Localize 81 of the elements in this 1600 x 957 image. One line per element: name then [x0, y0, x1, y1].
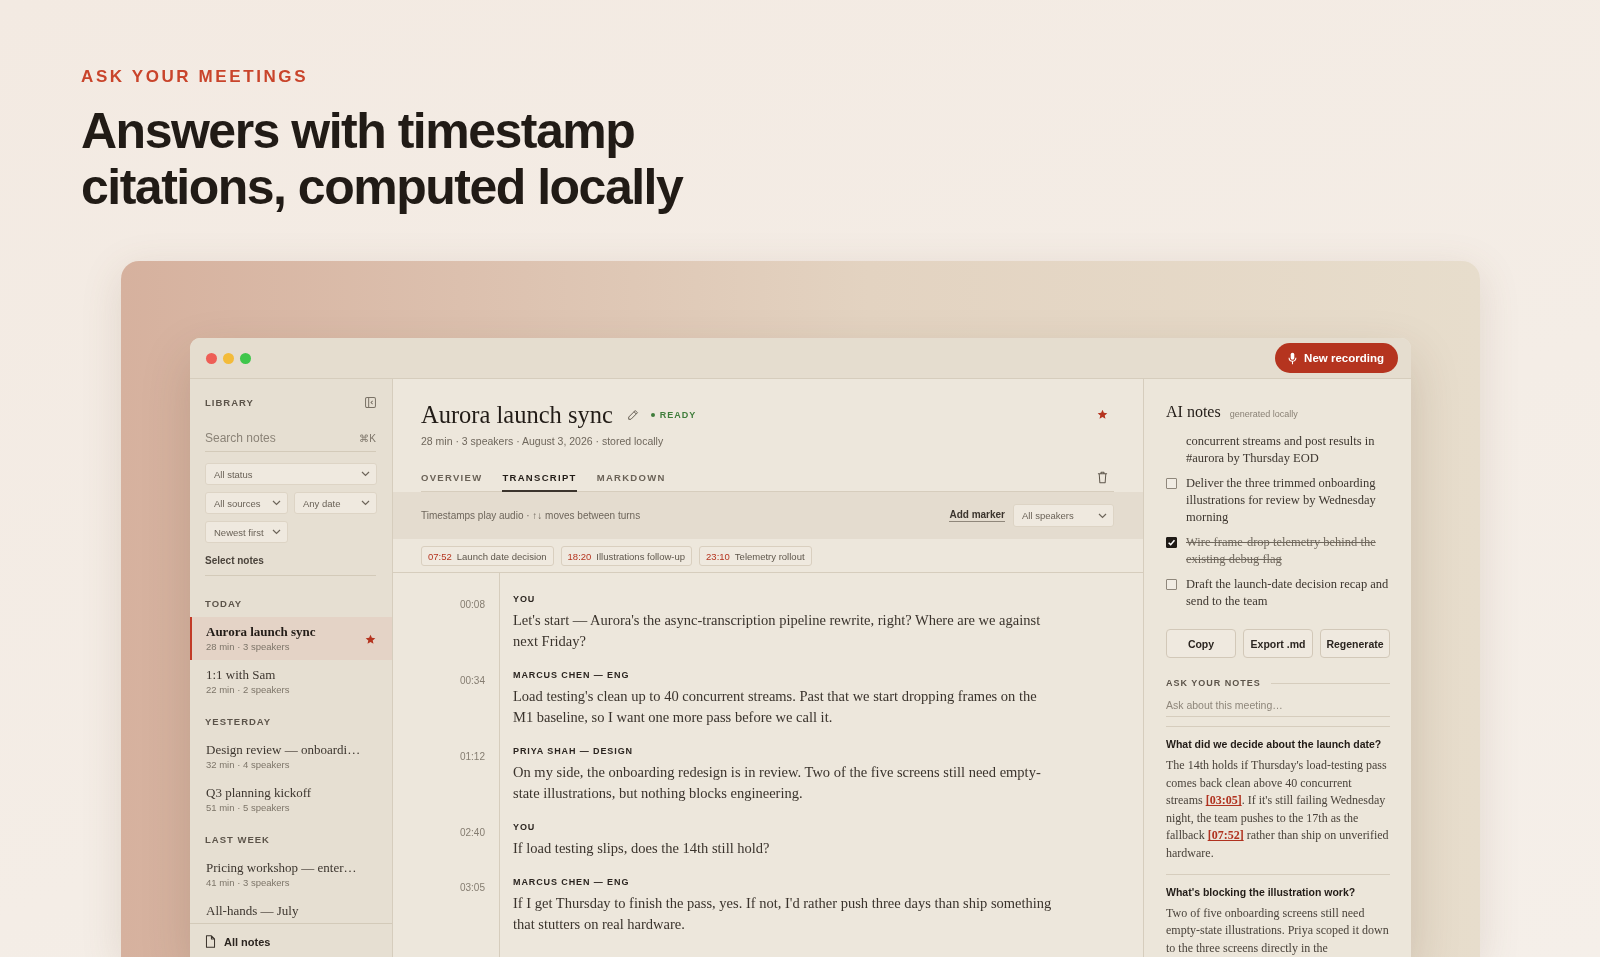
notes-action-button[interactable]: Copy [1166, 629, 1236, 658]
speaker-label: MARCUS CHEN — ENG [513, 876, 630, 889]
group-label: YESTERDAY [205, 716, 272, 728]
group-label: LAST WEEK [205, 834, 270, 846]
speaker-label: PRIYA SHAH — DESIGN [513, 745, 633, 758]
note-meta: 28 min · 3 speakers · August 3, 2026 · stored locally [421, 434, 664, 448]
action-item-text: Wire frame-drop telemetry behind the existing debug flag [1186, 534, 1377, 568]
note-title: Aurora launch sync [421, 400, 613, 429]
action-item-text: Draft the launch-date decision recap and send to the team [1186, 576, 1390, 610]
marker-chip[interactable]: 18:20 Illustrations follow-up [560, 546, 693, 566]
checkbox[interactable] [1166, 478, 1177, 489]
note-list-item[interactable]: Q3 planning kickoff 51 min · 5 speakers [190, 778, 392, 821]
add-marker-button[interactable]: Add marker [949, 509, 1005, 522]
citation-link[interactable]: [03:05] [1205, 793, 1242, 808]
sidebar-toggle-icon[interactable] [365, 396, 376, 408]
timestamp-link[interactable]: 02:40 [459, 827, 485, 838]
headline: Answers with timestamp citations, computed locally [81, 103, 685, 215]
filter-dropdown[interactable]: Newest first [205, 521, 288, 543]
utterance-text: If load testing slips, does the 14th still hold? [513, 839, 771, 858]
microphone-icon [1288, 351, 1298, 365]
search-field[interactable]: Search notes [205, 428, 354, 448]
chevron-down-icon [361, 471, 370, 477]
chevron-down-icon [272, 500, 281, 506]
speaker-label: YOU [513, 821, 536, 834]
checkbox[interactable] [1166, 579, 1177, 590]
group-label: TODAY [205, 598, 243, 610]
action-item-text: Deliver the three trimmed onboarding illustrations for review by Wednesday morning [1186, 475, 1377, 526]
eyebrow-text: ASK YOUR MEETINGS [81, 67, 309, 87]
chevron-down-icon [361, 500, 370, 506]
tab[interactable]: OVERVIEW [421, 464, 483, 492]
tab[interactable]: MARKDOWN [596, 464, 666, 492]
hint-text: Timestamps play audio · ↑↓ moves between turns [421, 510, 641, 521]
question-text: What did we decide about the launch date? [1166, 737, 1382, 751]
note-list-item[interactable]: Design review — onboardi… 32 min · 4 speakers [190, 735, 392, 778]
filter-dropdown[interactable]: All sources [205, 492, 288, 514]
checkbox[interactable] [1166, 537, 1177, 548]
record-button[interactable]: New recording [1275, 343, 1398, 373]
speaker-dropdown[interactable]: All speakers [1013, 504, 1114, 527]
notes-action-button[interactable]: Export .md [1243, 629, 1313, 658]
speaker-label: YOU [513, 593, 536, 606]
star-icon[interactable] [1097, 409, 1108, 420]
timestamp-link[interactable]: 00:34 [459, 675, 485, 686]
chevron-down-icon [272, 529, 281, 535]
ask-field[interactable]: Ask about this meeting… [1166, 694, 1390, 717]
utterance-text: If I get Thursday to finish the pass, yes. If not, I'd rather push three days than ship something that stutters on real hardware. [513, 894, 1053, 934]
action-item-text: concurrent streams and post results in #aurora by Thursday EOD [1186, 433, 1376, 467]
trash-icon[interactable] [1097, 471, 1108, 484]
pencil-icon[interactable] [626, 408, 639, 421]
sidebar-title: LIBRARY [205, 396, 254, 408]
shortcut-hint: ⌘K [359, 432, 376, 444]
filter-dropdown[interactable]: All status [205, 463, 377, 485]
question-text: What's blocking the illustration work? [1166, 884, 1356, 899]
document-icon [205, 935, 216, 948]
status-label: READY [659, 409, 697, 420]
section-label: ASK YOUR NOTES [1166, 678, 1261, 688]
answer-text: The 14th holds if Thursday's load-testing pass comes back clean above 40 concurrent streams [03:05]. If it's still failing Wednesday night, the team pushes to the 17th as the fallback [07:52] rather than ship on unverified hardware. [1166, 757, 1390, 862]
utterance-text: Load testing's clean up to 40 concurrent streams. Past that we start dropping frames on the M1 baseline, so I want one more pass before we call it. [513, 687, 1038, 727]
note-list-item[interactable]: Aurora launch sync 28 min · 3 speakers [190, 617, 392, 660]
citation-link[interactable]: [07:52] [1207, 828, 1244, 843]
note-list-item[interactable]: All-hands — July [190, 896, 392, 923]
chevron-down-icon [1098, 512, 1107, 519]
marker-chip[interactable]: 07:52 Launch date decision [421, 546, 554, 566]
panel-subtitle: generated locally [1229, 409, 1298, 419]
note-list-item[interactable]: 1:1 with Sam 22 min · 2 speakers [190, 660, 392, 703]
speaker-label: MARCUS CHEN — ENG [513, 669, 630, 682]
timestamp-link[interactable]: 03:05 [459, 882, 485, 893]
marker-chip[interactable]: 23:10 Telemetry rollout [699, 546, 812, 566]
status-dot-icon [650, 412, 655, 417]
all-notes-link[interactable]: All notes [205, 934, 271, 949]
select-notes-link[interactable]: Select notes [205, 555, 264, 567]
utterance-text: On my side, the onboarding redesign is in review. Two of the five screens still need empty-state illustrations, but nothing blocks engineering. [513, 763, 1042, 803]
answer-text: Two of five onboarding screens still need empty-state illustrations. Priya scoped it down to the three screens directly in the [1166, 904, 1390, 957]
timestamp-link[interactable]: 01:12 [459, 751, 485, 762]
check-icon [1167, 538, 1176, 547]
filter-dropdown[interactable]: Any date [294, 492, 377, 514]
note-list-item[interactable]: Pricing workshop — enter… 41 min · 3 speakers [190, 853, 392, 896]
notes-action-button[interactable]: Regenerate [1320, 629, 1390, 658]
panel-title: AI notes [1166, 402, 1221, 422]
utterance-text: Let's start — Aurora's the async-transcription pipeline rewrite, right? Where are we against next Friday? [513, 611, 1042, 651]
timestamp-link[interactable]: 00:08 [459, 599, 485, 610]
close-window-icon[interactable] [206, 352, 217, 364]
